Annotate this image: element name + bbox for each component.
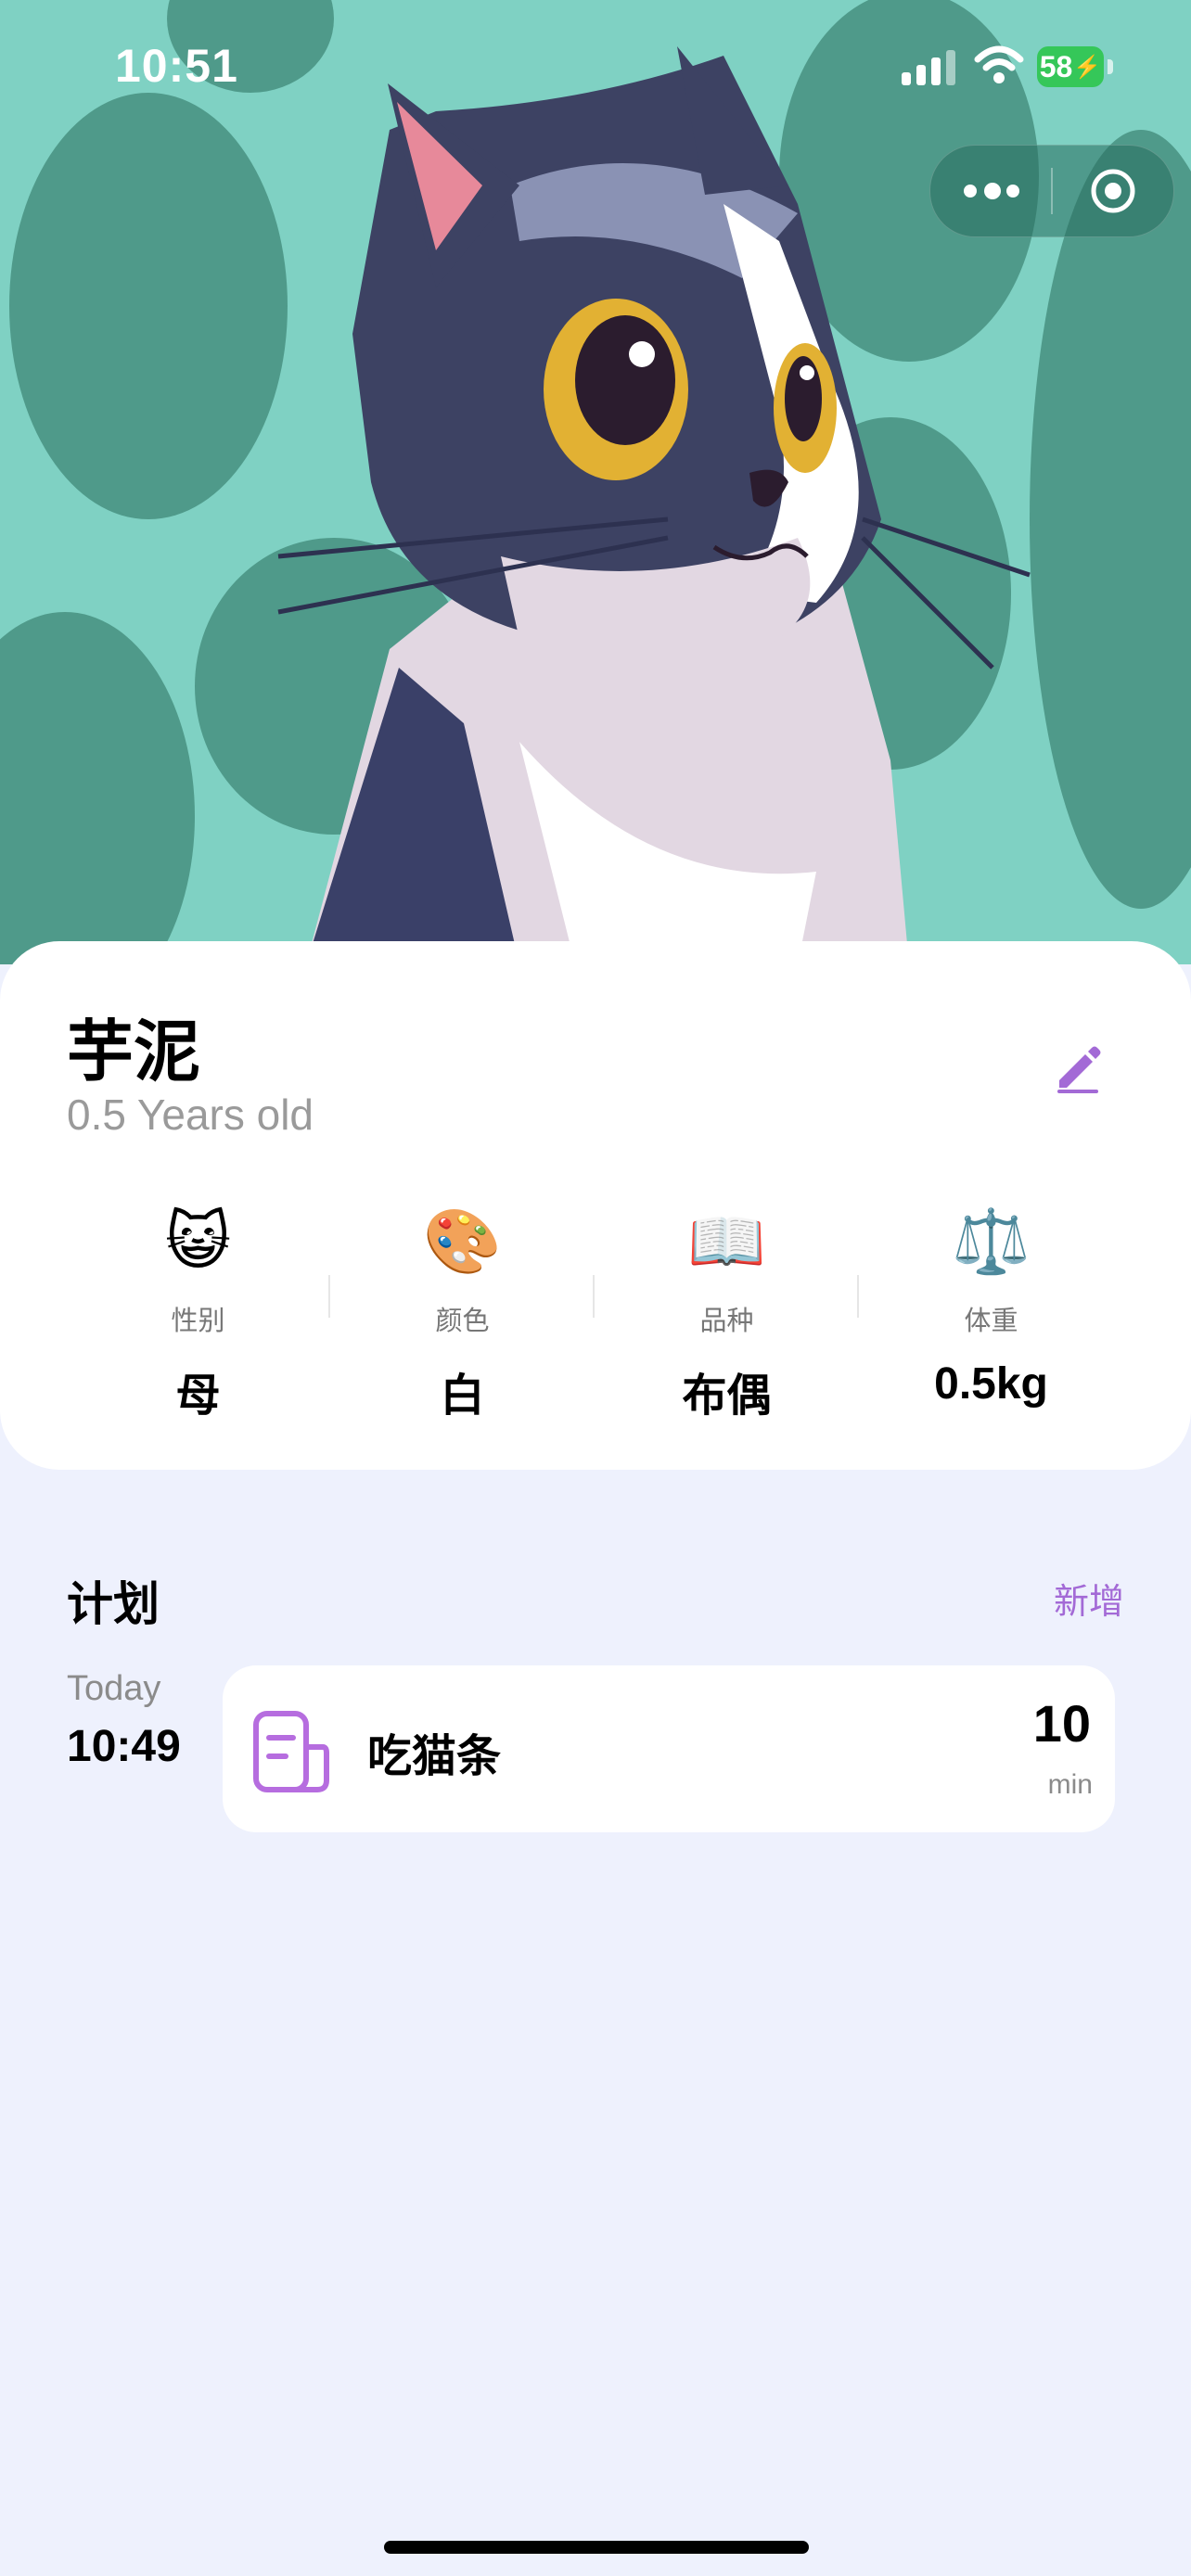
- book-icon: 📖: [687, 1205, 766, 1279]
- status-time: 10:51: [115, 40, 238, 92]
- add-plan-button[interactable]: 新增: [1054, 1573, 1124, 1624]
- document-icon: [253, 1711, 329, 1792]
- stat-gender: 😺 性别 母: [66, 1201, 330, 1423]
- wifi-icon: [974, 45, 1024, 83]
- palette-icon: 🎨: [423, 1205, 502, 1279]
- signal-icon: [902, 50, 955, 85]
- plan-day: Today: [67, 1669, 161, 1708]
- stat-value: 白: [440, 1371, 485, 1421]
- stat-color: 🎨 颜色 白: [330, 1201, 595, 1423]
- edit-icon[interactable]: [1054, 1045, 1102, 1093]
- plan-duration-unit: min: [1047, 1769, 1093, 1800]
- stat-breed: 📖 品种 布偶: [595, 1201, 859, 1423]
- pet-age: 0.5 Years old: [67, 1090, 314, 1139]
- battery-indicator: 58 ⚡: [1037, 46, 1104, 87]
- scale-icon: ⚖️: [952, 1205, 1031, 1279]
- stat-label: 品种: [699, 1305, 754, 1336]
- home-indicator: [384, 2541, 809, 2554]
- plan-duration: 10: [1032, 1694, 1091, 1753]
- pet-profile-card: 芋泥 0.5 Years old 😺 性别 母 🎨 颜色 白 📖 品种 布偶 ⚖…: [0, 941, 1191, 1470]
- close-miniprogram-icon[interactable]: [1090, 168, 1136, 214]
- plan-item-card[interactable]: 吃猫条 10 min: [223, 1665, 1115, 1832]
- stat-label: 颜色: [435, 1305, 490, 1336]
- miniprogram-capsule: [929, 145, 1174, 237]
- charging-bolt-icon: ⚡: [1073, 54, 1102, 80]
- pet-stats: 😺 性别 母 🎨 颜色 白 📖 品种 布偶 ⚖️ 体重 0.5kg: [0, 1201, 1191, 1442]
- battery-tip: [1108, 59, 1113, 74]
- capsule-divider: [1051, 168, 1053, 214]
- plan-section-title: 计划: [67, 1577, 160, 1631]
- pet-name: 芋泥: [67, 1013, 201, 1090]
- stat-weight: ⚖️ 体重 0.5kg: [859, 1201, 1123, 1409]
- stat-label: 体重: [964, 1305, 1018, 1336]
- cat-face-icon: 😺: [165, 1205, 231, 1279]
- stat-label: 性别: [171, 1305, 225, 1336]
- battery-level: 58: [1039, 49, 1073, 83]
- stat-value: 布偶: [682, 1371, 772, 1421]
- more-options-icon[interactable]: [964, 183, 1019, 199]
- stat-value: 0.5kg: [934, 1359, 1048, 1409]
- plan-time: 10:49: [67, 1722, 181, 1771]
- plan-name: 吃猫条: [367, 1730, 502, 1782]
- stat-value: 母: [175, 1371, 221, 1421]
